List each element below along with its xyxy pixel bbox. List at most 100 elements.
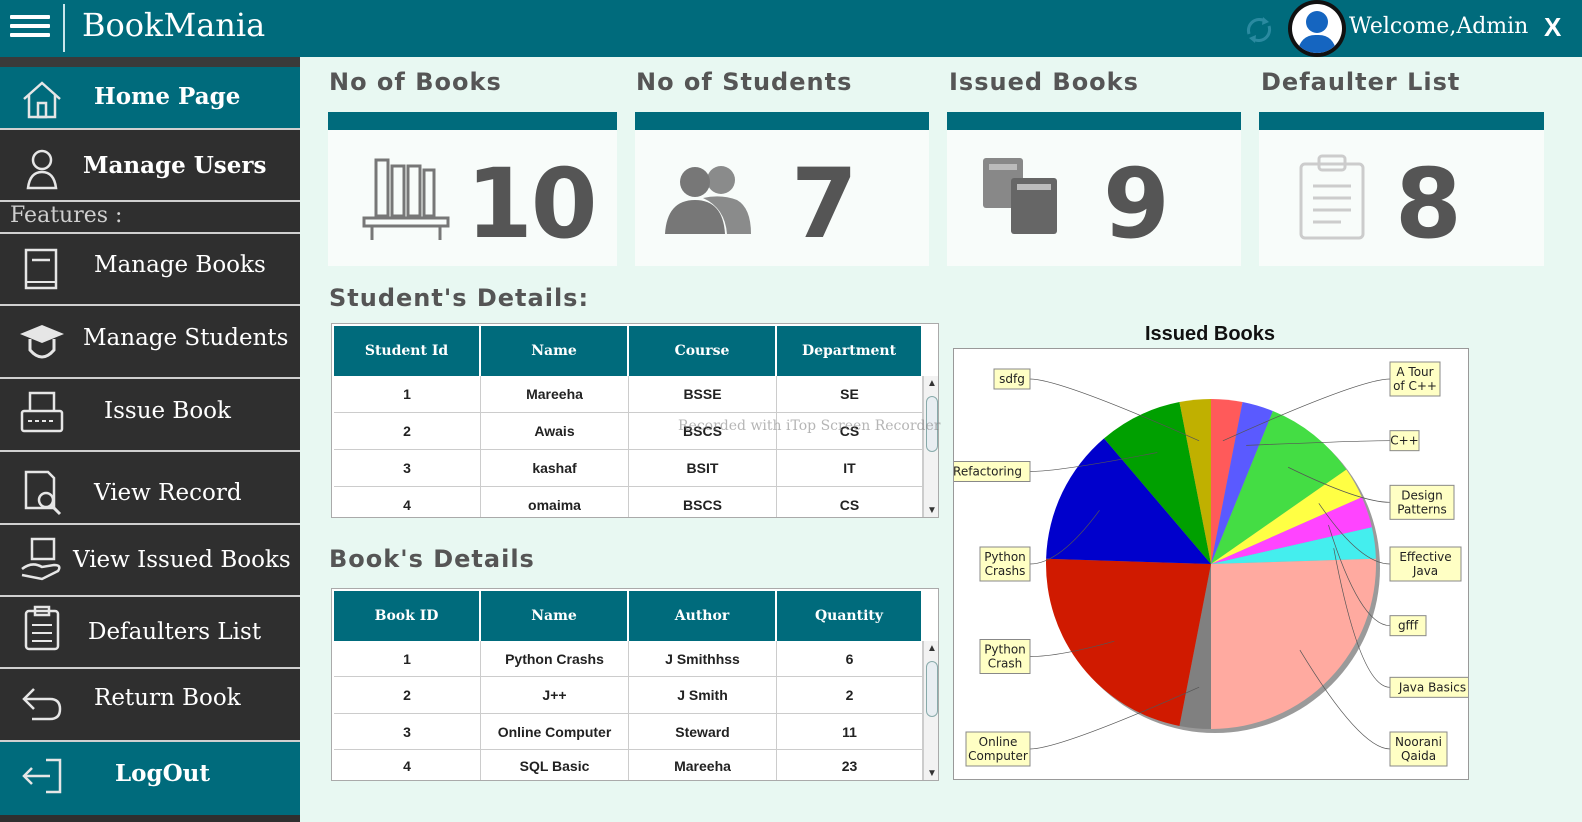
table-cell: 3 [334, 714, 481, 750]
clipboard-icon [1299, 154, 1365, 240]
table-row[interactable]: 1 Python Crashs J Smithhss 6 [334, 641, 923, 677]
table-cell: BSCS [629, 487, 777, 517]
table-row[interactable]: 4 omaima BSCS CS [334, 487, 923, 517]
column-header[interactable]: Department [777, 326, 923, 376]
scroll-thumb[interactable] [926, 661, 938, 717]
sidebar-item-manage-students[interactable]: Manage Students [0, 306, 300, 379]
stat-value-students: 7 [791, 148, 858, 260]
header-divider [63, 4, 65, 52]
column-header[interactable]: Name [481, 326, 629, 376]
sidebar-item-issue-book[interactable]: Issue Book [0, 379, 300, 452]
sidebar-item-logout[interactable]: LogOut [0, 742, 300, 815]
sidebar-item-label: View Record [94, 480, 242, 506]
stat-title-defaulters: Defaulter List [1261, 68, 1461, 96]
pie-label: Java Basics [1398, 680, 1466, 694]
books-scrollbar[interactable]: ▲ ▼ [923, 641, 938, 780]
close-button[interactable]: X [1544, 12, 1561, 43]
welcome-text: Welcome,Admin [1349, 14, 1529, 39]
scroll-down-icon[interactable]: ▼ [927, 505, 937, 516]
pie-label: Qaida [1401, 749, 1436, 763]
pie-label: gfff [1398, 619, 1419, 633]
pie-label: A Tour [1396, 365, 1433, 379]
table-cell: Python Crashs [481, 641, 629, 677]
sidebar-item-view-issued-books[interactable]: View Issued Books [0, 525, 300, 597]
table-cell: CS [777, 487, 923, 517]
graduation-cap-icon [20, 325, 64, 359]
table-cell: Mareeha [481, 376, 629, 413]
table-cell: Awais [481, 413, 629, 450]
table-cell: 6 [777, 641, 923, 677]
column-header[interactable]: Student Id [334, 326, 481, 376]
table-row[interactable]: 3 Online Computer Steward 11 [334, 714, 923, 750]
table-cell: 2 [777, 677, 923, 714]
stat-title-students: No of Students [636, 68, 853, 96]
sidebar-item-defaulters-list[interactable]: Defaulters List [0, 597, 300, 669]
column-header[interactable]: Quantity [777, 591, 923, 641]
scroll-up-icon[interactable]: ▲ [927, 378, 937, 389]
pie-label: Noorani [1395, 735, 1442, 749]
table-cell: 23 [777, 750, 923, 780]
sidebar-item-label: Manage Books [94, 252, 266, 278]
table-cell: 4 [334, 487, 481, 517]
stat-value-books: 10 [466, 148, 598, 260]
sidebar-item-label: Home Page [94, 83, 241, 110]
table-cell: 1 [334, 641, 481, 677]
book-icon [24, 248, 58, 290]
sidebar-item-label: Manage Users [83, 152, 267, 179]
sidebar-item-label: View Issued Books [73, 547, 291, 573]
pie-label: Crash [988, 657, 1023, 671]
books-table-header: Book ID Name Author Quantity [334, 591, 923, 641]
pie-label: Online [979, 735, 1018, 749]
pie-label: Refactoring [954, 465, 1022, 479]
pie-chart: A Tourof C++C++DesignPatternsEffectiveJa… [944, 361, 1476, 767]
scroll-up-icon[interactable]: ▲ [927, 643, 937, 654]
avatar[interactable] [1288, 0, 1346, 57]
hamburger-menu-icon[interactable] [10, 10, 50, 44]
students-section-title: Student's Details: [329, 284, 590, 312]
return-arrow-icon [22, 688, 62, 721]
pie-label: C++ [1390, 434, 1419, 448]
column-header[interactable]: Book ID [334, 591, 481, 641]
pie-label: Python [984, 550, 1026, 564]
table-cell: 4 [334, 750, 481, 780]
document-search-icon [24, 470, 62, 516]
sidebar-item-manage-users[interactable]: Manage Users [0, 130, 300, 202]
table-row[interactable]: 4 SQL Basic Mareeha 23 [334, 750, 923, 780]
pie-label: Design [1401, 488, 1442, 502]
table-row[interactable]: 2 J++ J Smith 2 [334, 677, 923, 714]
table-cell: omaima [481, 487, 629, 517]
stat-card-defaulters: 8 [1259, 112, 1544, 266]
scroll-down-icon[interactable]: ▼ [927, 768, 937, 779]
table-row[interactable]: 1 Mareeha BSSE SE [334, 376, 923, 413]
features-label: Features : [0, 202, 300, 234]
sidebar-item-label: Return Book [94, 685, 241, 711]
pie-label: Effective [1399, 550, 1451, 564]
table-cell: J Smithhss [629, 641, 777, 677]
app-title: BookMania [82, 6, 266, 44]
stat-title-issued: Issued Books [949, 68, 1139, 96]
refresh-icon[interactable] [1243, 14, 1275, 46]
students-scrollbar[interactable]: ▲ ▼ [923, 376, 938, 517]
sidebar-item-manage-books[interactable]: Manage Books [0, 234, 300, 306]
column-header[interactable]: Name [481, 591, 629, 641]
column-header[interactable]: Course [629, 326, 777, 376]
sidebar-item-label: Defaulters List [88, 619, 262, 645]
books-icon [983, 158, 1057, 234]
pie-chart-panel: A Tour of C++ C++ Design Patterns Effective Ja… [944, 348, 1476, 780]
sidebar-item-view-record[interactable]: View Record [0, 452, 300, 525]
top-bar: BookMania Welcome,Admin X [0, 0, 1582, 57]
table-cell: BSIT [629, 450, 777, 487]
stat-value-issued: 9 [1103, 148, 1170, 260]
table-row[interactable]: 3 kashaf BSIT IT [334, 450, 923, 487]
stat-card-students: 7 [635, 112, 929, 266]
pie-label: Java [1412, 564, 1438, 578]
sidebar-top-strip [0, 57, 300, 67]
people-icon [665, 166, 751, 234]
table-cell: 2 [334, 413, 481, 450]
home-icon [23, 81, 61, 119]
sidebar-item-home-page[interactable]: Home Page [0, 67, 300, 130]
user-icon [26, 149, 58, 190]
column-header[interactable]: Author [629, 591, 777, 641]
sidebar-item-label: Manage Students [83, 325, 289, 351]
sidebar-item-return-book[interactable]: Return Book [0, 669, 300, 742]
